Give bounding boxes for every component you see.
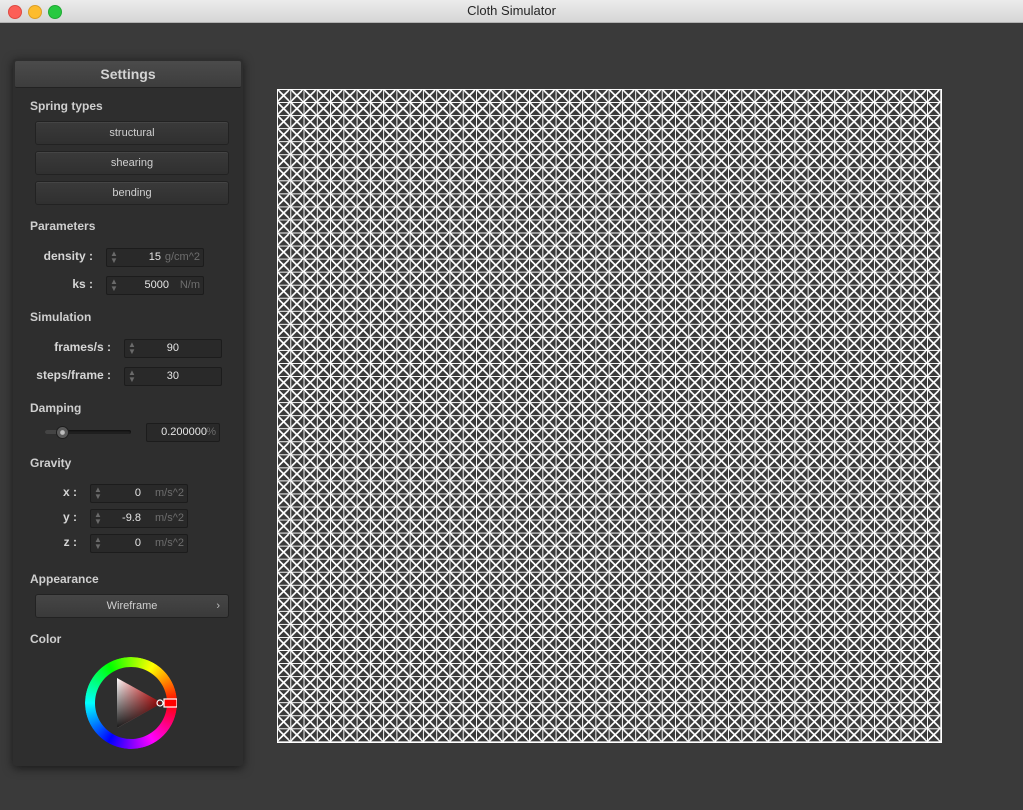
spinner-icon[interactable]: ▲ ▼ <box>110 250 118 265</box>
frames-per-second-label: frames/s : <box>54 340 111 354</box>
gravity-y-label: y : <box>62 510 77 524</box>
steps-per-frame-field[interactable]: ▲ ▼ 30 <box>124 367 222 386</box>
frames-per-second-value: 90 <box>166 342 179 354</box>
simulation-heading: Simulation <box>30 310 92 324</box>
gravity-z-label: z : <box>63 535 77 549</box>
damping-heading: Damping <box>30 401 82 415</box>
gravity-z-field[interactable]: ▲ ▼ 0 m/s^2 <box>90 534 188 553</box>
title-bar: Cloth Simulator <box>0 0 1023 23</box>
gravity-y-value: -9.8 <box>122 512 141 524</box>
spinner-icon[interactable]: ▲ ▼ <box>110 278 118 293</box>
density-unit: g/cm^2 <box>164 251 200 263</box>
settings-panel-header[interactable]: Settings <box>15 61 241 88</box>
density-field[interactable]: ▲ ▼ 15 g/cm^2 <box>106 248 204 267</box>
ks-field[interactable]: ▲ ▼ 5000 N/m <box>106 276 204 295</box>
gravity-x-value: 0 <box>134 487 141 499</box>
bending-button[interactable]: bending <box>35 181 229 205</box>
appearance-dropdown[interactable]: Wireframe › <box>35 594 229 618</box>
ks-value: 5000 <box>144 279 169 291</box>
gravity-x-field[interactable]: ▲ ▼ 0 m/s^2 <box>90 484 188 503</box>
density-value: 15 <box>148 251 161 263</box>
damping-unit: % <box>206 426 216 438</box>
settings-panel: Settings Spring types structural shearin… <box>13 59 243 766</box>
app-window: Settings Spring types structural shearin… <box>0 23 1023 810</box>
spinner-icon[interactable]: ▲ ▼ <box>94 536 102 551</box>
hue-selector[interactable] <box>163 698 177 708</box>
gravity-x-unit: m/s^2 <box>155 487 184 499</box>
gravity-heading: Gravity <box>30 456 72 470</box>
spinner-icon[interactable]: ▲ ▼ <box>128 369 136 384</box>
gravity-z-value: 0 <box>134 537 141 549</box>
parameters-heading: Parameters <box>30 219 96 233</box>
steps-per-frame-label: steps/frame : <box>36 368 111 382</box>
damping-value: 0.200000 <box>161 426 207 438</box>
spinner-icon[interactable]: ▲ ▼ <box>94 486 102 501</box>
damping-slider-knob[interactable] <box>56 426 70 439</box>
window-title: Cloth Simulator <box>467 3 556 18</box>
color-wheel[interactable] <box>85 657 177 749</box>
spinner-icon[interactable]: ▲ ▼ <box>94 511 102 526</box>
frames-per-second-field[interactable]: ▲ ▼ 90 <box>124 339 222 358</box>
cloth-wireframe-viewport[interactable] <box>277 89 942 743</box>
spring-types-heading: Spring types <box>30 99 103 113</box>
density-label: density : <box>43 249 93 263</box>
gravity-x-label: x : <box>62 485 77 499</box>
chevron-right-icon: › <box>216 600 220 612</box>
gravity-y-field[interactable]: ▲ ▼ -9.8 m/s^2 <box>90 509 188 528</box>
value-shading <box>117 678 162 728</box>
shearing-button[interactable]: shearing <box>35 151 229 175</box>
color-heading: Color <box>30 632 62 646</box>
structural-button[interactable]: structural <box>35 121 229 145</box>
gravity-y-unit: m/s^2 <box>155 512 184 524</box>
appearance-heading: Appearance <box>30 572 99 586</box>
damping-field[interactable]: 0.200000 % <box>146 423 220 442</box>
gravity-z-unit: m/s^2 <box>155 537 184 549</box>
steps-per-frame-value: 30 <box>166 370 179 382</box>
ks-unit: N/m <box>179 279 200 291</box>
ks-label: ks : <box>72 277 93 291</box>
appearance-dropdown-value: Wireframe <box>106 600 158 612</box>
spinner-icon[interactable]: ▲ ▼ <box>128 341 136 356</box>
